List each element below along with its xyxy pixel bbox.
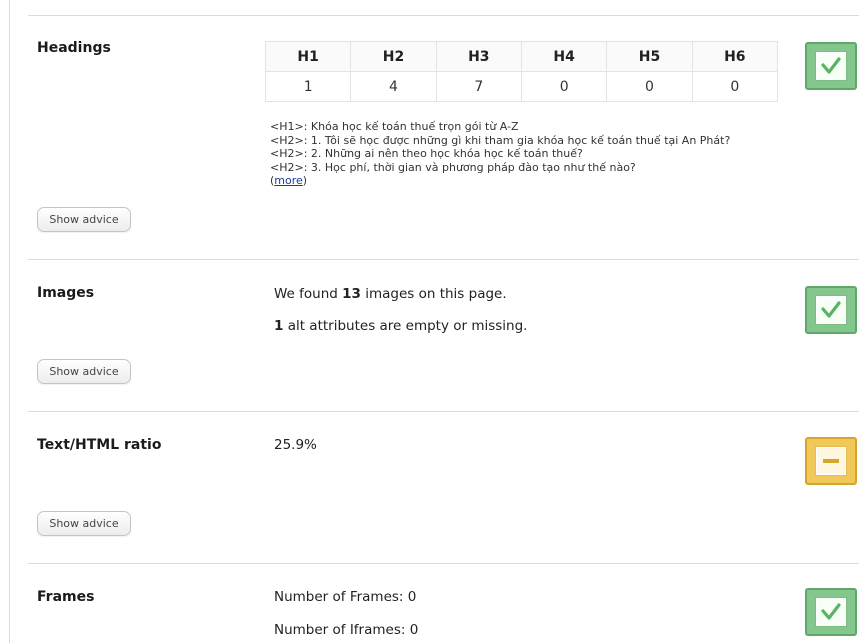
section-divider [28, 563, 859, 564]
count-cell-h2: 4 [350, 71, 437, 102]
check-icon-inner [816, 598, 846, 626]
alt-missing-count: 1 [274, 318, 284, 334]
minus-icon [805, 437, 857, 485]
check-icon-inner [816, 296, 846, 324]
header-cell-h2: H2 [350, 41, 437, 72]
section-divider [28, 411, 859, 412]
images-title: Images [37, 285, 95, 301]
headings-list: <H1>: Khóa học kế toán thuế trọn gói từ … [270, 120, 770, 188]
headings-table-row: 1 4 7 0 0 0 [264, 71, 779, 102]
count-cell-h1: 1 [264, 71, 352, 102]
headings-title: Headings [37, 40, 111, 56]
headings-table-header-row: H1 H2 H3 H4 H5 H6 [264, 41, 779, 72]
header-cell-h3: H3 [435, 41, 522, 72]
show-advice-button-images[interactable]: Show advice [37, 359, 131, 384]
frames-title: Frames [37, 589, 95, 605]
images-count: 13 [342, 286, 361, 302]
section-divider [28, 259, 859, 260]
count-cell-h5: 0 [606, 71, 693, 102]
list-item: <H2>: 3. Học phí, thời gian và phương ph… [270, 160, 636, 174]
list-item: <H1>: Khóa học kế toán thuế trọn gói từ … [270, 120, 519, 133]
count-cell-h4: 0 [520, 71, 608, 102]
count-cell-h3: 7 [435, 71, 522, 102]
ratio-value: 25.9% [274, 437, 317, 453]
show-advice-button-headings[interactable]: Show advice [37, 207, 131, 232]
check-icon [805, 588, 857, 636]
list-item: <H2>: 1. Tôi sẽ học được những gì khi th… [270, 133, 731, 147]
count-cell-h6: 0 [691, 71, 779, 102]
iframes-count-text: Number of Iframes: 0 [274, 622, 419, 638]
images-alt-text: 1 alt attributes are empty or missing. [274, 318, 528, 334]
header-cell-h6: H6 [691, 41, 779, 72]
ratio-title: Text/HTML ratio [37, 437, 162, 453]
check-icon [805, 42, 857, 90]
header-cell-h5: H5 [606, 41, 693, 72]
header-cell-h1: H1 [264, 41, 352, 72]
left-border [9, 0, 10, 643]
more-wrapper: (more) [270, 174, 770, 188]
check-icon-inner [816, 52, 846, 80]
section-divider [28, 15, 859, 16]
frames-count-text: Number of Frames: 0 [274, 589, 417, 605]
list-item: <H2>: 2. Những ai nên theo học khóa học … [270, 147, 583, 160]
images-found-text: We found 13 images on this page. [274, 286, 507, 302]
show-advice-button-ratio[interactable]: Show advice [37, 511, 131, 536]
header-cell-h4: H4 [520, 41, 608, 72]
check-icon [805, 286, 857, 334]
more-link[interactable]: more [274, 174, 303, 187]
more-paren-close: ) [302, 174, 308, 187]
minus-icon-inner [816, 447, 846, 475]
headings-table: H1 H2 H3 H4 H5 H6 1 4 7 0 0 0 [264, 41, 779, 102]
